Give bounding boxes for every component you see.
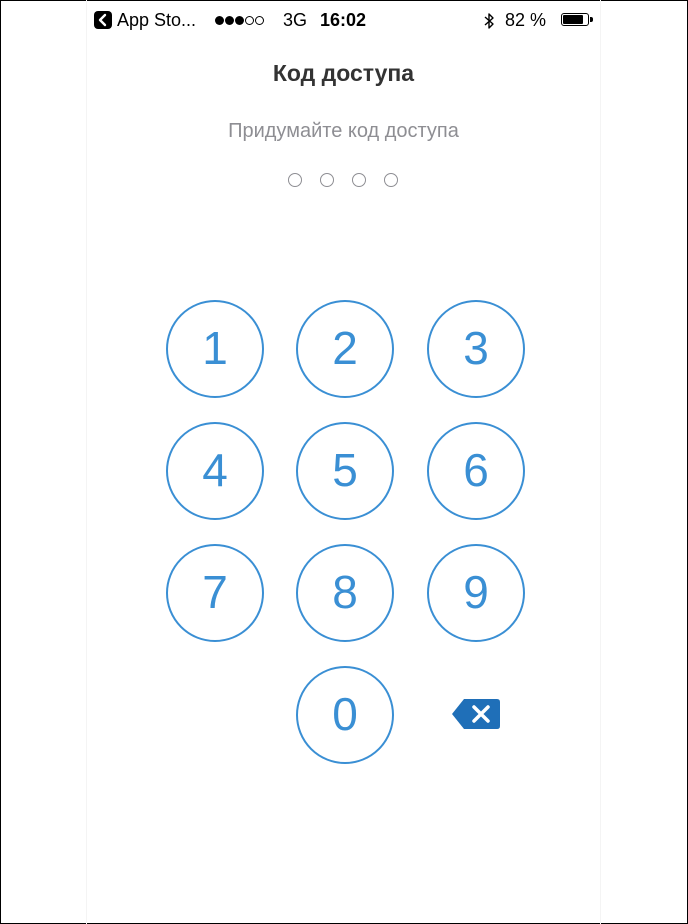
subtitle: Придумайте код доступа xyxy=(228,120,459,142)
backspace-icon xyxy=(452,699,500,729)
passcode-dot xyxy=(288,173,302,187)
clock: 16:02 xyxy=(320,10,367,30)
signal-dot xyxy=(255,16,264,25)
key-9[interactable]: 9 xyxy=(427,544,525,642)
battery-icon xyxy=(561,13,589,26)
key-4[interactable]: 4 xyxy=(166,422,264,520)
key-label: 8 xyxy=(332,566,358,618)
key-8[interactable]: 8 xyxy=(296,544,394,642)
key-1[interactable]: 1 xyxy=(166,300,264,398)
key-label: 9 xyxy=(463,566,489,618)
battery-percent: 82 % xyxy=(505,10,547,30)
key-3[interactable]: 3 xyxy=(427,300,525,398)
key-label: 4 xyxy=(202,444,228,496)
key-5[interactable]: 5 xyxy=(296,422,394,520)
battery-fill xyxy=(563,15,583,24)
key-label: 5 xyxy=(332,444,358,496)
signal-dot xyxy=(225,16,234,25)
network-type: 3G xyxy=(283,10,308,30)
key-label: 1 xyxy=(202,322,228,374)
status-bar: App Sto... 3G 16:02 82 % xyxy=(87,0,600,40)
key-label: 2 xyxy=(332,322,358,374)
passcode-dot xyxy=(352,173,366,187)
back-app-label[interactable]: App Sto... xyxy=(117,9,196,31)
passcode-dot xyxy=(320,173,334,187)
key-label: 3 xyxy=(463,322,489,374)
key-7[interactable]: 7 xyxy=(166,544,264,642)
passcode-indicator xyxy=(288,173,398,187)
signal-dot xyxy=(245,16,254,25)
key-label: 6 xyxy=(463,444,489,496)
bluetooth-icon xyxy=(483,12,495,35)
key-0[interactable]: 0 xyxy=(296,666,394,764)
signal-dot xyxy=(215,16,224,25)
key-2[interactable]: 2 xyxy=(296,300,394,398)
key-label: 7 xyxy=(202,566,228,618)
backspace-button[interactable] xyxy=(451,697,501,731)
signal-icon xyxy=(215,16,264,25)
battery-cap xyxy=(590,17,593,22)
passcode-dot xyxy=(384,173,398,187)
signal-dot xyxy=(235,16,244,25)
key-6[interactable]: 6 xyxy=(427,422,525,520)
key-label: 0 xyxy=(332,688,358,740)
back-arrow-icon[interactable] xyxy=(94,11,112,29)
page-title: Код доступа xyxy=(272,60,415,86)
right-edge xyxy=(600,0,601,924)
